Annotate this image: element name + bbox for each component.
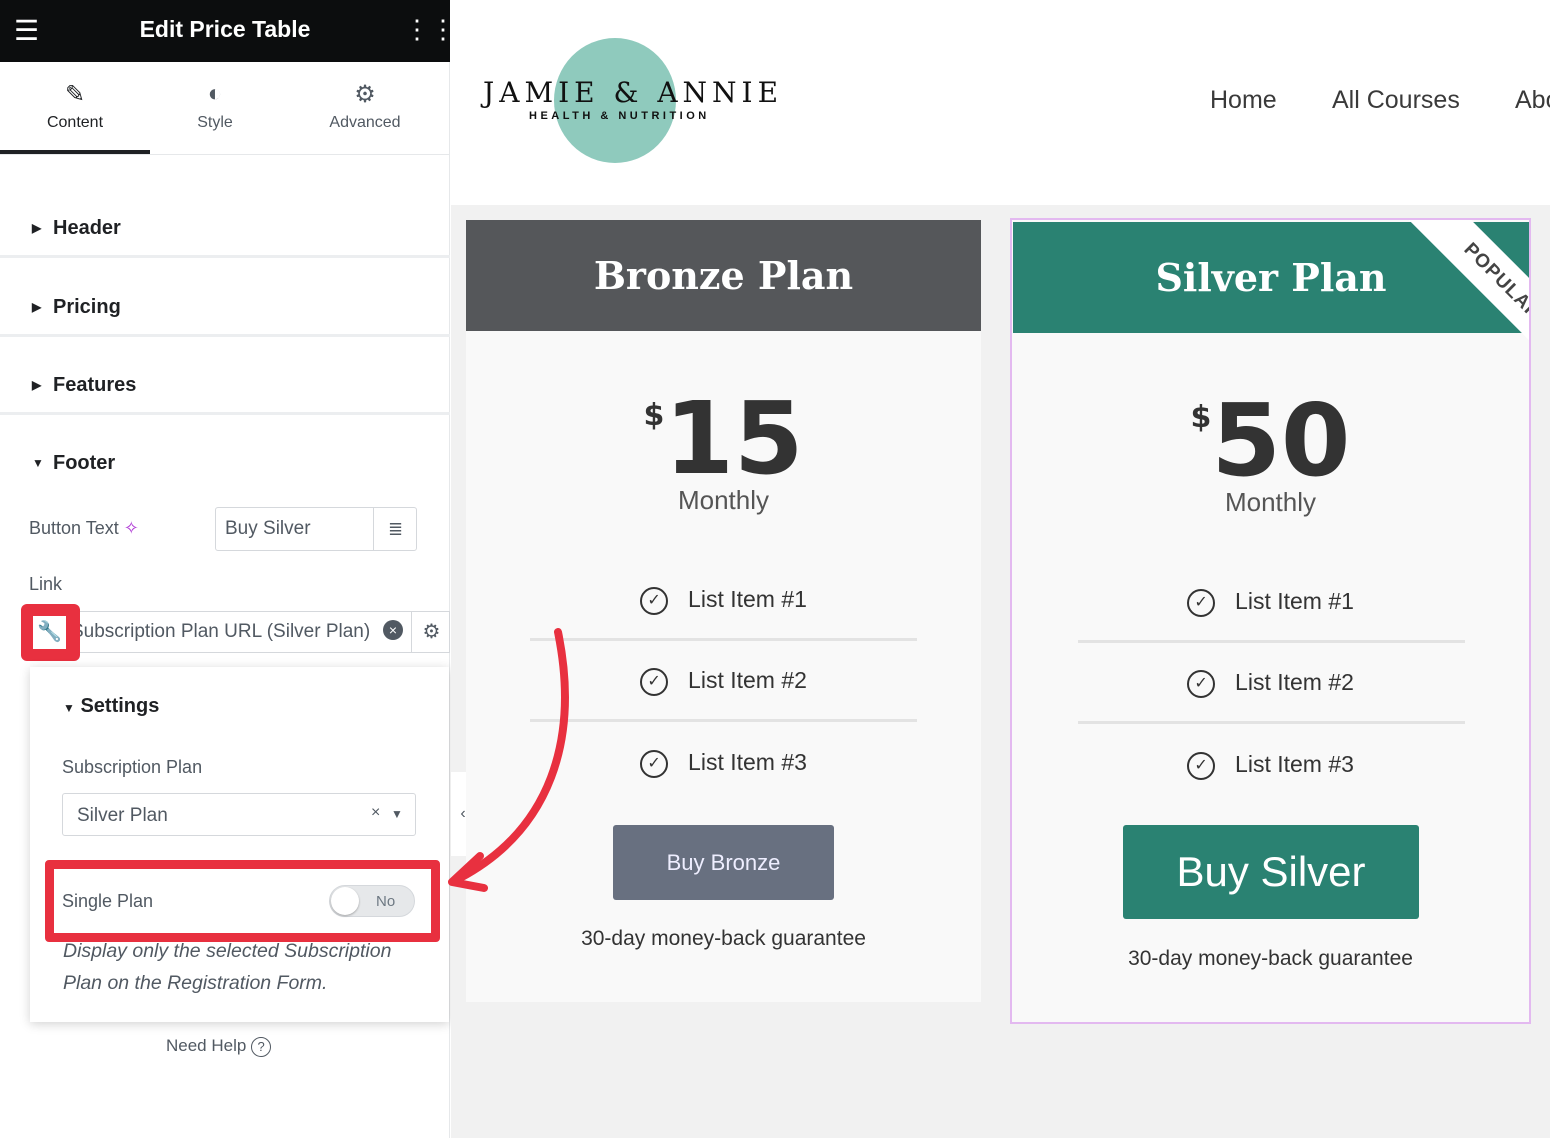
section-label: Footer (53, 452, 116, 474)
plan-title: Bronze Plan (466, 220, 981, 331)
nav-all-courses[interactable]: All Courses (1332, 86, 1460, 115)
editor-title: Edit Price Table (139, 16, 311, 42)
button-text-input[interactable]: Buy Silver ≣ (215, 507, 417, 551)
subscription-plan-label: Subscription Plan (62, 757, 203, 777)
buy-bronze-button[interactable]: Buy Bronze (613, 825, 834, 900)
list-item: ✓ List Item #1 (466, 586, 981, 615)
highlight-box: 🔧 (21, 604, 80, 661)
plan-price: $15 (643, 380, 804, 497)
guarantee-text: 30-day money-back guarantee (1128, 947, 1413, 970)
link-label: Link (29, 574, 63, 594)
plan-period: Monthly (677, 485, 770, 515)
help-icon: ? (251, 1037, 272, 1057)
section-features[interactable]: ▶ Features (0, 337, 450, 415)
annotation-arrow (448, 628, 569, 892)
chevron-down-icon[interactable]: ▼ (391, 807, 403, 821)
half-circle-icon: ◐ (207, 80, 223, 107)
section-label: Pricing (53, 296, 121, 318)
tab-label: Advanced (329, 114, 401, 131)
grid-apps-icon[interactable]: ⋮⋮ (404, 14, 456, 45)
input-value: Subscription Plan URL (Silver Plan) (71, 621, 371, 642)
nav-about[interactable]: Abo (1515, 86, 1550, 115)
check-circle-icon: ✓ (640, 586, 669, 615)
logo-text[interactable]: JAMIE & ANNIE (483, 76, 783, 109)
divider (1078, 721, 1465, 724)
tab-style[interactable]: ◐ Style (140, 80, 290, 132)
caret-down-icon: ▼ (63, 701, 75, 715)
select-value: Silver Plan (77, 805, 168, 826)
site-header: JAMIE & ANNIE HEALTH & NUTRITION Home Al… (451, 0, 1550, 205)
check-circle-icon: ✓ (1187, 588, 1216, 617)
divider (1078, 640, 1465, 643)
editor-panel: ☰ Edit Price Table ⋮⋮ ✎ Content ◐ Style ⚙ A… (0, 0, 456, 1138)
link-input[interactable]: Subscription Plan URL (Silver Plan) × ⚙ (30, 611, 450, 653)
nav-home[interactable]: Home (1210, 86, 1277, 115)
guarantee-text: 30-day money-back guarantee (581, 927, 866, 950)
dynamic-tags-icon[interactable]: ≣ (373, 508, 417, 550)
check-circle-icon: ✓ (640, 667, 669, 696)
highlight-box (45, 860, 440, 942)
tab-label: Style (197, 114, 233, 131)
input-value: Buy Silver (225, 518, 311, 539)
plan-price: $50 (1190, 382, 1351, 499)
clear-icon[interactable]: × (383, 620, 403, 640)
section-header[interactable]: ▶ Header (0, 180, 450, 258)
tab-advanced[interactable]: ⚙ Advanced (290, 80, 440, 132)
divider (530, 719, 917, 722)
section-label: Header (53, 217, 121, 239)
single-plan-description: Display only the selected Subscription P… (63, 940, 392, 994)
section-footer[interactable]: ▼ Footer (0, 415, 450, 493)
divider (0, 154, 450, 155)
ai-sparkle-icon[interactable]: ✧ (124, 518, 139, 538)
list-item: ✓ List Item #3 (1012, 751, 1529, 780)
wrench-icon[interactable]: 🔧 (33, 616, 66, 649)
need-help-link[interactable]: Need Help ? (166, 1036, 272, 1057)
button-text-label: Button Text ✧ (29, 518, 139, 538)
list-item: ✓ List Item #1 (1012, 588, 1529, 617)
plan-period: Monthly (1224, 487, 1317, 517)
list-item: ✓ List Item #2 (1012, 669, 1529, 698)
section-label: Features (53, 374, 137, 396)
tab-label: Content (46, 114, 104, 131)
pencil-icon: ✎ (64, 81, 86, 108)
check-circle-icon: ✓ (1187, 751, 1216, 780)
logo-subtitle: HEALTH & NUTRITION (529, 110, 710, 122)
check-circle-icon: ✓ (640, 749, 669, 778)
subscription-plan-select[interactable]: Silver Plan × ▼ (62, 793, 416, 836)
clear-icon[interactable]: × (371, 804, 380, 822)
settings-popover: ▼ Settings Subscription Plan Silver Plan… (30, 667, 449, 1022)
divider (530, 638, 917, 641)
tab-content[interactable]: ✎ Content (0, 80, 150, 132)
settings-title[interactable]: ▼ Settings (63, 695, 159, 718)
section-pricing[interactable]: ▶ Pricing (0, 259, 450, 337)
price-card-silver: Silver Plan POPULAR $50 Monthly ✓ List It… (1010, 218, 1531, 1024)
buy-silver-button[interactable]: Buy Silver (1123, 825, 1419, 919)
check-circle-icon: ✓ (1187, 669, 1216, 698)
gear-icon: ⚙ (354, 81, 376, 108)
editor-topbar: ☰ Edit Price Table ⋮⋮ (0, 0, 456, 62)
